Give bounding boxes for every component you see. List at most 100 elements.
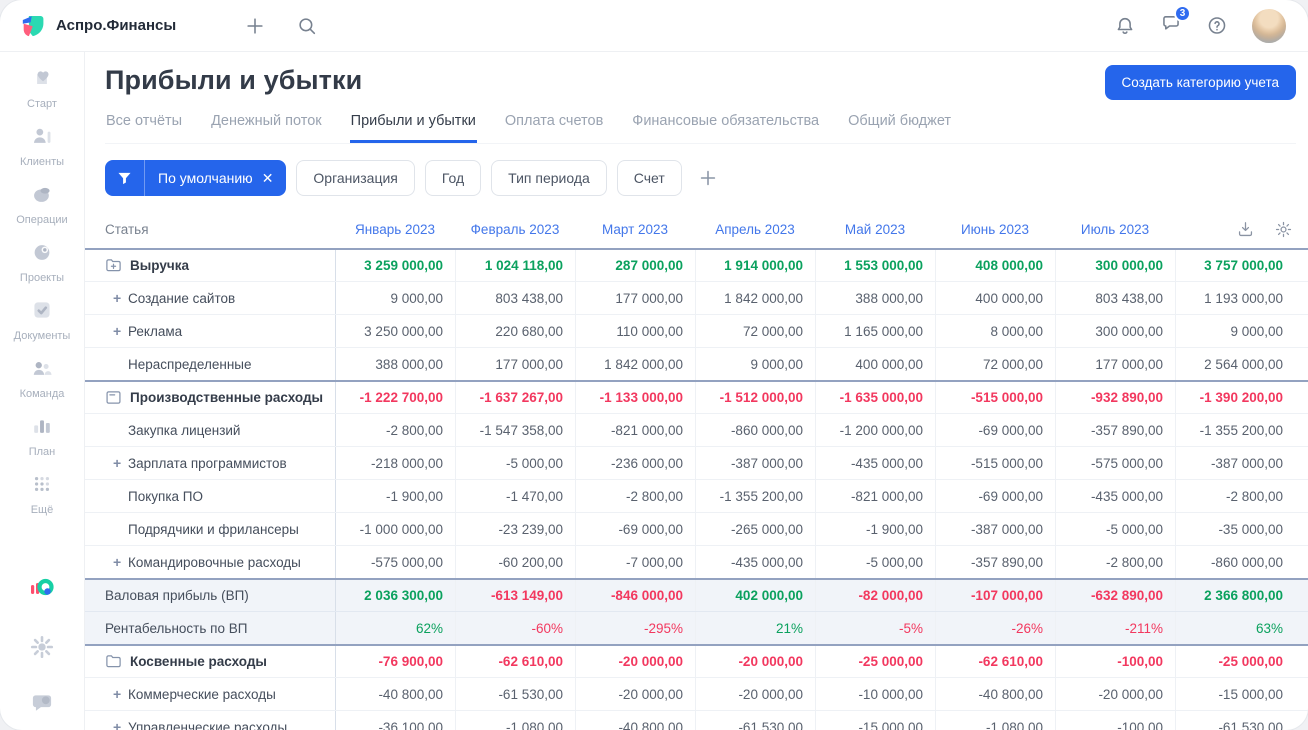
cell-value: -357 890,00: [935, 546, 1055, 578]
row-label-cell: + Командировочные расходы: [85, 546, 335, 578]
table-row[interactable]: Косвенные расходы -76 900,00 -62 610,00 -20…: [85, 644, 1308, 677]
expand-plus-icon[interactable]: +: [113, 324, 128, 338]
row-label-cell: Нераспределенные: [85, 348, 335, 380]
cell-value: -100,00: [1055, 711, 1175, 730]
cell-value: 72 000,00: [935, 348, 1055, 380]
cell-value: -1 200 000,00: [815, 414, 935, 446]
brand[interactable]: Аспро.Финансы: [20, 13, 176, 39]
sidebar-item-clients[interactable]: Клиенты: [20, 123, 64, 168]
cell-value: -5%: [815, 612, 935, 644]
row-label-cell: + Реклама: [85, 315, 335, 347]
cell-value: 1 024 118,00: [455, 250, 575, 281]
help-icon[interactable]: [1206, 15, 1228, 37]
expand-plus-icon[interactable]: +: [113, 687, 128, 701]
cell-value: -357 890,00: [1055, 414, 1175, 446]
tab-item[interactable]: Общий бюджет: [847, 109, 952, 143]
folder-icon[interactable]: [105, 653, 122, 670]
messages-icon[interactable]: 3: [1160, 4, 1191, 40]
sidebar-item-documents[interactable]: Документы: [13, 297, 71, 342]
table-row: Рентабельность по ВП 62% -60% -295% 21% -5% -2…: [85, 611, 1308, 644]
cell-value: 110 000,00: [575, 315, 695, 347]
sidebar-item-start[interactable]: Старт: [27, 65, 57, 110]
cell-value: 1 553 000,00: [815, 250, 935, 281]
tab-item[interactable]: Все отчёты: [105, 109, 183, 143]
notifications-bell-icon[interactable]: [1114, 15, 1136, 37]
table-settings-gear-icon[interactable]: [1274, 220, 1293, 239]
table-row: Покупка ПО -1 900,00 -1 470,00 -2 800,00 -1 …: [85, 479, 1308, 512]
cell-value: -100,00: [1055, 646, 1175, 677]
sidebar-item-label: Операции: [16, 214, 68, 226]
sidebar-item-projects[interactable]: Проекты: [20, 239, 64, 284]
sidebar-nav: Старт Клиенты Операции Проекты Документы Кома…: [13, 65, 71, 529]
sidebar-item-team[interactable]: Команда: [20, 355, 64, 400]
column-header-month[interactable]: Май 2023: [815, 211, 935, 248]
cell-value: -35 000,00: [1175, 513, 1295, 545]
cell-value: -632 890,00: [1055, 580, 1175, 611]
cell-value: -387 000,00: [935, 513, 1055, 545]
cell-value: 3 250 000,00: [335, 315, 455, 347]
filter-chip[interactable]: Тип периода: [491, 160, 607, 196]
sidebar-item-operations[interactable]: Операции: [16, 181, 68, 226]
plan-icon: [29, 413, 55, 444]
row-label-cell: + Создание сайтов: [85, 282, 335, 314]
row-label: Нераспределенные: [128, 356, 252, 372]
add-filter-icon[interactable]: [697, 167, 719, 189]
column-header-month[interactable]: Февраль 2023: [455, 211, 575, 248]
cell-value: -61 530,00: [1175, 711, 1295, 730]
tab-item[interactable]: Оплата счетов: [504, 109, 604, 143]
cell-value: -25 000,00: [815, 646, 935, 677]
table-row[interactable]: Производственные расходы -1 222 700,00 -1 …: [85, 380, 1308, 413]
column-header-month[interactable]: Июль 2023: [1055, 211, 1175, 248]
column-header-month[interactable]: Январь 2023: [335, 211, 455, 248]
filter-chip[interactable]: Организация: [296, 160, 415, 196]
cell-value: -1 355 200,00: [695, 480, 815, 512]
expand-plus-icon[interactable]: +: [113, 720, 128, 730]
column-header-month[interactable]: Июнь 2023: [935, 211, 1055, 248]
row-label-cell: Косвенные расходы: [85, 646, 335, 677]
table-row[interactable]: Выручка 3 259 000,00 1 024 118,00 287 000,0…: [85, 248, 1308, 281]
folder-plus-icon[interactable]: [105, 257, 122, 274]
row-label: Выручка: [130, 258, 189, 273]
user-avatar[interactable]: [1252, 8, 1286, 43]
tab-item[interactable]: Денежный поток: [210, 109, 323, 143]
table-row: + Коммерческие расходы -40 800,00 -61 530,0…: [85, 677, 1308, 710]
cell-value: -1 512 000,00: [695, 382, 815, 413]
folder-minus-icon[interactable]: [105, 389, 122, 406]
settings-gear-icon[interactable]: [29, 634, 55, 660]
expand-plus-icon[interactable]: +: [113, 555, 128, 569]
tab-item[interactable]: Финансовые обязательства: [631, 109, 820, 143]
cell-value: -1 080,00: [455, 711, 575, 730]
tab-active[interactable]: Прибыли и убытки: [349, 109, 477, 143]
filter-funnel-icon[interactable]: [105, 160, 145, 196]
download-icon[interactable]: [1236, 220, 1255, 239]
active-filter-chip[interactable]: По умолчанию ✕: [105, 160, 287, 196]
create-category-button[interactable]: Создать категорию учета: [1104, 65, 1296, 100]
column-header-month[interactable]: Апрель 2023: [695, 211, 815, 248]
cell-value: -860 000,00: [1175, 546, 1295, 578]
cell-value: -435 000,00: [695, 546, 815, 578]
clear-filter-icon[interactable]: ✕: [262, 171, 287, 185]
cell-value: -5 000,00: [815, 546, 935, 578]
aspro-logo-icon[interactable]: [27, 574, 57, 604]
sidebar-item-more[interactable]: Ещё: [29, 471, 55, 516]
row-label: Командировочные расходы: [128, 554, 301, 570]
expand-plus-icon[interactable]: +: [113, 456, 128, 470]
filter-chip[interactable]: Год: [424, 160, 482, 196]
sidebar-item-label: Документы: [13, 330, 71, 342]
cell-value: -40 800,00: [335, 678, 455, 710]
row-trailing-spacer: [1295, 546, 1308, 578]
cell-value: -1 355 200,00: [1175, 414, 1295, 446]
cell-value: -107 000,00: [935, 580, 1055, 611]
support-chat-icon[interactable]: [29, 690, 55, 716]
filter-chip[interactable]: Счет: [616, 160, 682, 196]
search-icon[interactable]: [296, 15, 318, 37]
cell-value: 2 036 300,00: [335, 580, 455, 611]
row-label-cell: + Управленческие расходы: [85, 711, 335, 730]
cell-value: -860 000,00: [695, 414, 815, 446]
create-plus-icon[interactable]: [244, 15, 266, 37]
expand-plus-icon[interactable]: +: [113, 291, 128, 305]
column-header-month[interactable]: Март 2023: [575, 211, 695, 248]
sidebar-item-plan[interactable]: План: [29, 413, 55, 458]
notification-badge: 3: [1174, 4, 1191, 22]
cell-value: 62%: [335, 612, 455, 644]
